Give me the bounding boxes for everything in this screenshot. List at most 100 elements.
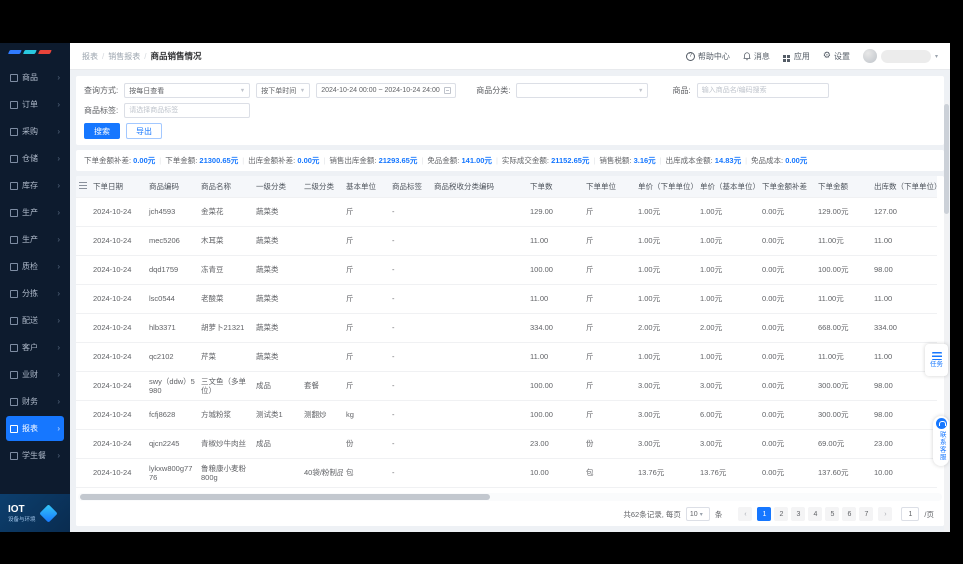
sidebar-item-student-meal[interactable]: 学生餐 › — [6, 443, 64, 468]
column-header[interactable]: 二级分类 — [301, 176, 343, 198]
query-mode-select[interactable]: 按每日查看 ▼ — [124, 83, 251, 98]
chevron-right-icon: › — [57, 450, 60, 460]
table-row[interactable]: 2024-10-24 qc2102 芹菜 蔬菜类斤 -11.00 斤 1.00元 1.00元 0… — [76, 342, 937, 372]
table-row[interactable]: 2024-10-24 dqd1759 冻青豆 蔬菜类斤 -100.00 斤 1.00元 1.0… — [76, 255, 937, 285]
sidebar-item-report[interactable]: 报表 › — [6, 416, 64, 441]
search-button[interactable]: 搜索 — [84, 123, 120, 139]
page-button[interactable]: 3 — [791, 507, 806, 521]
gear-icon: ⚙ — [822, 50, 831, 61]
sidebar-item-sorting[interactable]: 分拣 › — [6, 281, 64, 306]
jump-page-input[interactable]: 1 — [901, 507, 920, 521]
page-button[interactable]: 7 — [859, 507, 874, 521]
column-header[interactable]: 下单日期 — [90, 176, 146, 198]
filter-row-1: 查询方式: 按每日查看 ▼ 按下单时间 ▼ 2024-10-24 00:00 ~… — [84, 83, 936, 98]
column-settings-cell[interactable] — [76, 176, 90, 198]
column-header[interactable]: 下单单位 — [583, 176, 635, 198]
table-row[interactable]: 2024-10-24 swy（ddw）5980 三文鱼（多单位） 成品 套餐斤 -100.… — [76, 371, 937, 401]
column-header[interactable]: 单价（基本单位） — [697, 176, 759, 198]
product-search-input[interactable] — [696, 83, 829, 98]
messages-button[interactable]: 消息 — [743, 51, 770, 62]
prev-page-button[interactable]: ‹ — [738, 507, 753, 521]
table-cell: 11.00 — [871, 226, 937, 256]
table-cell: 334.00 — [527, 313, 583, 343]
separator: | — [593, 156, 596, 165]
sidebar-item-warehouse[interactable]: 仓储 › — [6, 146, 64, 171]
horizontal-scrollbar[interactable] — [78, 493, 942, 501]
table-cell: 11.00 — [527, 284, 583, 314]
contact-service-button[interactable]: 联系客服 — [933, 416, 949, 466]
category-label: 商品分类: — [476, 86, 511, 95]
breadcrumb-item-sales-report[interactable]: 销售报表 — [108, 51, 140, 62]
page-button[interactable]: 2 — [774, 507, 789, 521]
table-row[interactable]: 2024-10-24 mec5206 木耳菜 蔬菜类斤 -11.00 斤 1.00元 1.00… — [76, 226, 937, 256]
table-cell: 斤 — [583, 197, 635, 227]
table-cell: 1.00元 — [635, 284, 697, 314]
vertical-scrollbar-thumb[interactable] — [944, 104, 949, 214]
tag-select-input[interactable] — [124, 103, 251, 118]
sidebar-item-orders[interactable]: 订单 › — [6, 92, 64, 117]
sidebar-item-quality-check[interactable]: 质检 › — [6, 254, 64, 279]
column-header[interactable]: 单价（下单单位） — [635, 176, 697, 198]
page-button[interactable]: 1 — [757, 507, 772, 521]
user-profile[interactable]: ▾ — [862, 49, 938, 63]
chevron-down-icon: ▾ — [699, 511, 703, 518]
table-cell: 斤 — [343, 284, 389, 314]
app-window: 商品 › 订单 › 采购 › 仓储 › 库存 › 生产 › 生产 › 质检 › 分拣 › 配送 › 客户 › 业财 › 财务 › 报… — [0, 43, 950, 532]
table-cell: 0.00元 — [759, 400, 815, 430]
breadcrumb-item-report[interactable]: 报表 — [82, 51, 98, 62]
sidebar-item-production[interactable]: 生产 › — [6, 200, 64, 225]
next-page-button[interactable]: › — [878, 507, 893, 521]
settings-button[interactable]: ⚙ 设置 — [823, 51, 850, 62]
help-center-button[interactable]: ? 帮助中心 — [685, 51, 730, 62]
apps-button[interactable]: 应用 — [782, 51, 810, 62]
page-button[interactable]: 4 — [808, 507, 823, 521]
column-header[interactable]: 下单金额 — [815, 176, 871, 198]
time-field-select[interactable]: 按下单时间 ▼ — [256, 83, 311, 98]
sidebar-item-production-2[interactable]: 生产 › — [6, 227, 64, 252]
horizontal-scrollbar-thumb[interactable] — [80, 494, 490, 500]
tag-label: 商品标签: — [84, 106, 119, 115]
sidebar-item-inventory[interactable]: 库存 › — [6, 173, 64, 198]
column-header[interactable]: 商品编码 — [146, 176, 198, 198]
date-range-picker[interactable]: 2024-10-24 00:00 ~ 2024-10-24 24:00 — [316, 83, 457, 98]
sidebar-item-delivery[interactable]: 配送 › — [6, 308, 64, 333]
sidebar-item-business-finance[interactable]: 业财 › — [6, 362, 64, 387]
page-button[interactable]: 6 — [842, 507, 857, 521]
column-header[interactable]: 商品名称 — [198, 176, 253, 198]
column-header[interactable]: 基本单位 — [343, 176, 389, 198]
chevron-down-icon: ▾ — [934, 53, 938, 60]
sidebar-item-purchase[interactable]: 采购 › — [6, 119, 64, 144]
table-row[interactable]: 2024-10-24 lykxw800g7776 鲁粮康小麦粉800g 40袋/粉制品… — [76, 458, 937, 488]
sidebar-item-goods[interactable]: 商品 › — [6, 65, 64, 90]
table-cell: - — [389, 313, 431, 343]
sidebar-item-finance[interactable]: 财务 › — [6, 389, 64, 414]
sidebar-item-customer[interactable]: 客户 › — [6, 335, 64, 360]
export-button[interactable]: 导出 — [126, 123, 162, 139]
row-spacer-cell — [76, 458, 90, 488]
column-header[interactable]: 下单数 — [527, 176, 583, 198]
table-row[interactable]: 2024-10-24 qjcn2245 青椒炒牛肉丝 成品份 -23.00 份 3.00元 3… — [76, 429, 937, 459]
column-header[interactable]: 出库数（下单单位） — [871, 176, 937, 198]
table-row[interactable]: 2024-10-24 lsc0544 老酸菜 蔬菜类斤 -11.00 斤 1.00元 1.00… — [76, 284, 937, 314]
vertical-scrollbar[interactable] — [944, 100, 949, 532]
table-cell: 斤 — [583, 342, 635, 372]
sales-table: 下单日期 商品编码 商品名称 一级分类 二级分类 基本单位 商品标签 商品税收分类编码 下单数下… — [76, 176, 937, 488]
separator: | — [659, 156, 662, 165]
table-cell: 127.00 — [871, 197, 937, 227]
category-select[interactable]: ▼ — [516, 83, 649, 98]
column-header[interactable]: 商品税收分类编码 — [431, 176, 527, 198]
floating-task-button[interactable]: 任务 — [925, 344, 948, 376]
table-row[interactable]: 2024-10-24 hlb3371 胡萝卜21321 蔬菜类斤 -334.00 斤 2.0… — [76, 313, 937, 343]
table-row[interactable]: 2024-10-24 fcfj8628 方城粉浆 测试类1 测翻炒 kg -100.00 斤 3… — [76, 400, 937, 430]
task-list-icon — [931, 351, 942, 360]
page-button[interactable]: 5 — [825, 507, 840, 521]
table-cell: 0.00元 — [759, 284, 815, 314]
table-cell: 金菜花 — [198, 197, 253, 227]
page-size-select[interactable]: 10 ▾ — [685, 507, 710, 521]
column-header[interactable]: 一级分类 — [253, 176, 301, 198]
column-header[interactable]: 下单金额补差 — [759, 176, 815, 198]
column-header[interactable]: 商品标签 — [389, 176, 431, 198]
table-cell — [431, 313, 527, 343]
table-cell: 0.00元 — [759, 429, 815, 459]
table-row[interactable]: 2024-10-24 jch4593 金菜花 蔬菜类斤 -129.00 斤 1.00元 1.0… — [76, 197, 937, 227]
